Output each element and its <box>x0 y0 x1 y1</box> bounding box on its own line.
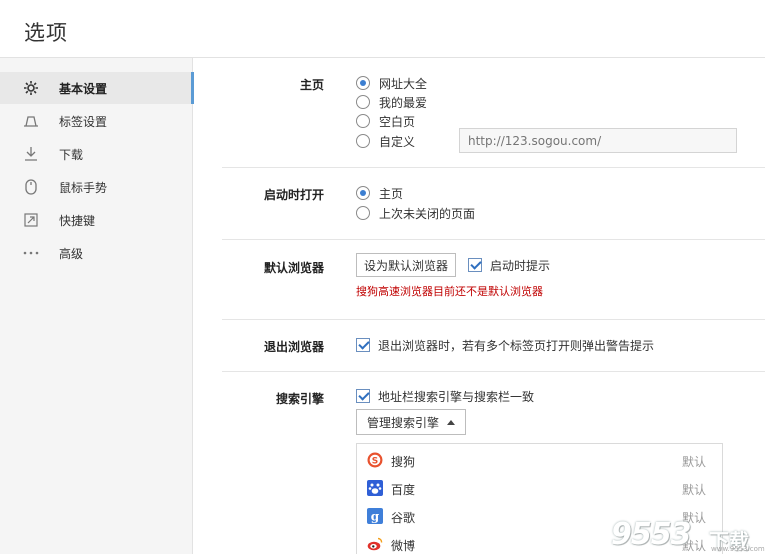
radio-button[interactable] <box>356 76 370 90</box>
homepage-option-blank[interactable]: 空白页 <box>356 112 415 130</box>
watermark-number: 9553 <box>611 517 691 552</box>
default-browser-label: 默认浏览器 <box>263 261 324 275</box>
radio-button[interactable] <box>356 206 370 220</box>
tab-icon <box>22 113 40 129</box>
exit-browser-label: 退出浏览器 <box>263 340 324 354</box>
exit-warning-checkbox-row[interactable]: 退出浏览器时，若有多个标签页打开则弹出警告提示 <box>356 336 654 354</box>
startup-section: 启动时打开 主页 上次未关闭的页面 <box>222 168 765 240</box>
homepage-option-custom[interactable]: 自定义 <box>356 132 415 150</box>
sidebar-item-download[interactable]: 下载 <box>0 138 193 170</box>
homepage-section: 主页 网址大全 我的最爱 空白页 自定义 <box>222 58 765 168</box>
sidebar-item-tab-settings[interactable]: 标签设置 <box>0 105 193 137</box>
homepage-option-favorites[interactable]: 我的最爱 <box>356 93 427 111</box>
download-icon <box>22 146 40 162</box>
settings-content: 主页 网址大全 我的最爱 空白页 自定义 启动时打开 主页 上次未关闭的页面 <box>194 58 765 554</box>
homepage-option-nav[interactable]: 网址大全 <box>356 74 427 92</box>
watermark-site: www.9553.com <box>711 545 765 553</box>
radio-button[interactable] <box>356 114 370 128</box>
sidebar-item-label: 高级 <box>59 247 84 261</box>
window-title: 选项 <box>24 21 68 45</box>
startup-label: 启动时打开 <box>263 188 324 202</box>
mouse-icon <box>22 179 40 195</box>
custom-url-input[interactable] <box>459 128 737 153</box>
sidebar-item-label: 快捷键 <box>59 214 96 228</box>
sidebar-item-label: 下载 <box>59 148 84 162</box>
sidebar-item-advanced[interactable]: 高级 <box>0 237 193 269</box>
weibo-icon <box>367 536 383 552</box>
sidebar: 基本设置 标签设置 下载 鼠标手势 快捷键 高级 <box>0 58 194 554</box>
search-engine-label: 搜索引擎 <box>275 392 324 406</box>
radio-button[interactable] <box>356 95 370 109</box>
exit-warning-checkbox[interactable] <box>356 338 370 352</box>
sidebar-item-basic-settings[interactable]: 基本设置 <box>0 72 194 104</box>
sidebar-item-label: 基本设置 <box>59 82 108 96</box>
manage-search-engines-button[interactable]: 管理搜索引擎 <box>356 409 466 435</box>
google-icon: g <box>367 508 383 524</box>
exit-browser-section: 退出浏览器 退出浏览器时，若有多个标签页打开则弹出警告提示 <box>222 320 765 372</box>
default-browser-section: 默认浏览器 设为默认浏览器 启动时提示 搜狗高速浏览器目前还不是默认浏览器 <box>222 240 765 320</box>
caret-up-icon <box>447 420 455 425</box>
startup-prompt-checkbox[interactable] <box>468 258 482 272</box>
sidebar-item-shortcuts[interactable]: 快捷键 <box>0 204 193 236</box>
more-icon <box>22 245 40 261</box>
sidebar-item-label: 鼠标手势 <box>59 181 108 195</box>
search-engine-item-baidu[interactable]: 百度 默认 <box>357 474 722 502</box>
shortcut-icon <box>22 212 40 228</box>
startup-option-homepage[interactable]: 主页 <box>356 184 403 202</box>
sogou-icon: S <box>367 452 383 468</box>
sidebar-item-label: 标签设置 <box>59 115 108 129</box>
startup-prompt-checkbox-row[interactable]: 启动时提示 <box>468 256 550 274</box>
set-default-browser-button[interactable]: 设为默认浏览器 <box>356 253 456 277</box>
default-browser-warning: 搜狗高速浏览器目前还不是默认浏览器 <box>356 285 543 298</box>
homepage-label: 主页 <box>299 78 324 92</box>
startup-option-last-session[interactable]: 上次未关闭的页面 <box>356 204 475 222</box>
search-engine-item-sogou[interactable]: S 搜狗 默认 <box>357 446 722 474</box>
radio-button[interactable] <box>356 134 370 148</box>
svg-text:S: S <box>372 457 378 467</box>
search-sync-checkbox[interactable] <box>356 389 370 403</box>
svg-text:g: g <box>371 510 380 524</box>
site-watermark: 9553 下载 www.9553.com <box>611 517 765 553</box>
sidebar-item-mouse-gesture[interactable]: 鼠标手势 <box>0 171 193 203</box>
window-header: 选项 <box>0 0 765 58</box>
radio-button[interactable] <box>356 186 370 200</box>
search-sync-checkbox-row[interactable]: 地址栏搜索引擎与搜索栏一致 <box>356 387 534 405</box>
manage-search-engines-label: 管理搜索引擎 <box>367 415 440 430</box>
baidu-icon <box>367 480 383 496</box>
gear-icon <box>22 80 40 96</box>
